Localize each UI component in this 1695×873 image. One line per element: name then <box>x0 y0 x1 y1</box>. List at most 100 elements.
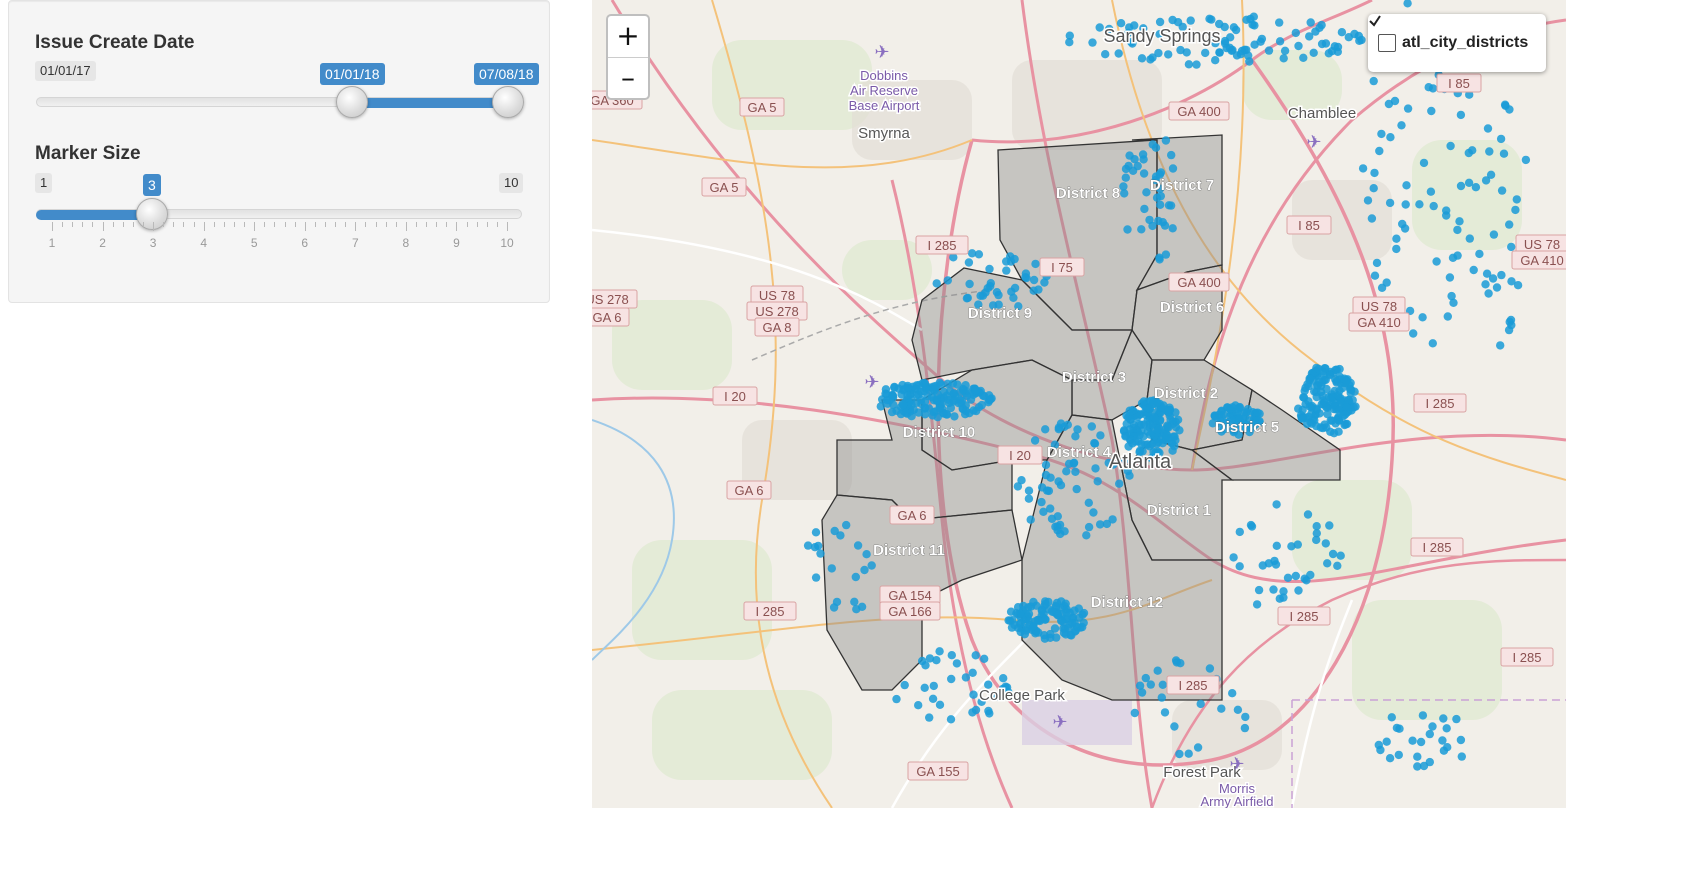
marker-value-label: 3 <box>143 174 161 196</box>
issue-marker <box>1429 201 1438 211</box>
issue-marker <box>1322 384 1331 394</box>
issue-marker <box>1401 200 1410 209</box>
issue-marker <box>1272 500 1281 509</box>
issue-marker <box>842 520 851 530</box>
date-slider-range-bar[interactable] <box>352 98 509 108</box>
issue-marker <box>932 279 941 288</box>
issue-marker <box>946 715 956 724</box>
marker-tick-label: 10 <box>500 236 514 250</box>
issue-marker <box>1258 561 1267 570</box>
issue-marker <box>1275 18 1284 27</box>
date-from-label: 01/01/18 <box>320 63 385 85</box>
issue-marker <box>947 674 956 684</box>
issue-marker <box>1287 542 1296 551</box>
issue-marker <box>1161 136 1171 145</box>
issue-marker <box>1326 416 1335 425</box>
issue-marker <box>1291 28 1300 38</box>
marker-tick-label: 8 <box>402 236 410 250</box>
issue-marker <box>961 410 970 419</box>
issue-marker <box>1484 289 1493 298</box>
issue-marker <box>889 400 898 409</box>
issue-marker <box>862 550 871 559</box>
marker-minor-tick <box>92 222 94 227</box>
issue-marker <box>1342 376 1351 386</box>
issue-marker <box>1155 17 1165 27</box>
issue-marker <box>1455 217 1464 226</box>
issue-marker <box>1392 723 1402 733</box>
issue-marker <box>1217 704 1226 713</box>
district-label: District 12 <box>1091 594 1164 611</box>
marker-slider-bar[interactable] <box>36 210 152 220</box>
issue-marker <box>1044 597 1053 607</box>
issue-marker <box>1254 585 1264 595</box>
issue-marker <box>959 386 968 395</box>
issue-marker <box>1145 420 1154 429</box>
issue-marker <box>1424 83 1433 92</box>
marker-tick <box>456 222 458 231</box>
marker-tick <box>304 222 306 231</box>
zoom-out-button[interactable]: – <box>608 57 648 98</box>
marker-minor-tick <box>173 222 175 227</box>
issue-marker <box>969 690 978 699</box>
issue-marker <box>1312 421 1321 431</box>
zoom-in-button[interactable]: + <box>608 16 648 57</box>
issue-marker <box>1385 198 1395 208</box>
layer-control[interactable]: atl_city_districts <box>1368 14 1546 72</box>
issue-marker <box>925 713 934 722</box>
issue-marker <box>1123 225 1132 234</box>
issue-marker <box>985 264 994 274</box>
map[interactable]: GA 5 GA 5 US 78 US 278 GA 8I 285 I 75 GA 400 GA… <box>592 0 1566 808</box>
issue-marker <box>1037 497 1046 507</box>
issue-marker <box>1192 60 1201 69</box>
issue-marker <box>1228 689 1237 698</box>
issue-marker <box>1155 255 1164 264</box>
issue-marker <box>1456 735 1466 745</box>
issue-marker <box>1397 121 1406 130</box>
issue-marker <box>961 673 971 682</box>
issue-marker <box>1128 439 1137 448</box>
date-slider-label: Issue Create Date <box>35 32 195 53</box>
issue-marker <box>1088 38 1097 47</box>
issue-marker <box>888 393 898 402</box>
issue-marker <box>999 674 1008 683</box>
issue-marker <box>1062 467 1071 476</box>
airport-icon: ✈ <box>864 372 879 392</box>
marker-minor-tick <box>132 222 134 227</box>
marker-minor-tick <box>112 222 114 227</box>
issue-marker <box>1408 736 1417 745</box>
issue-marker <box>1245 57 1254 66</box>
issue-marker <box>1168 224 1177 233</box>
issue-marker <box>1315 23 1324 32</box>
issue-marker <box>1082 531 1091 540</box>
issue-marker <box>1305 32 1314 41</box>
issue-marker <box>1428 722 1437 731</box>
date-to-handle[interactable] <box>492 86 524 118</box>
map-canvas[interactable]: GA 5GA 5US 78US 278GA 8I 285I 75GA 400GA… <box>592 0 1566 808</box>
issue-marker <box>1024 609 1034 619</box>
issue-marker <box>1041 460 1051 470</box>
issue-marker <box>1442 724 1451 733</box>
issue-marker <box>852 605 861 614</box>
issue-marker <box>1482 269 1492 278</box>
issue-marker <box>1160 708 1170 717</box>
issue-marker <box>935 404 944 413</box>
issue-marker <box>1392 234 1401 243</box>
issue-marker <box>1030 436 1040 445</box>
issue-marker <box>1052 598 1062 608</box>
issue-marker <box>892 694 901 704</box>
marker-minor-tick <box>163 222 165 227</box>
marker-tick-label: 7 <box>351 236 359 250</box>
marker-minor-tick <box>62 222 64 227</box>
date-from-handle[interactable] <box>336 86 368 118</box>
issue-marker <box>1158 218 1167 227</box>
marker-minor-tick <box>264 222 266 227</box>
marker-min-label: 1 <box>35 173 53 193</box>
issue-marker <box>948 379 958 388</box>
layer-checkbox[interactable] <box>1369 15 1396 52</box>
issue-marker <box>1367 214 1377 223</box>
issue-marker <box>1148 140 1157 149</box>
district-label: District 7 <box>1150 177 1214 194</box>
district-label: District 4 <box>1047 444 1112 461</box>
road-shield-label: GA 6 <box>898 508 927 523</box>
issue-marker <box>1425 729 1434 739</box>
